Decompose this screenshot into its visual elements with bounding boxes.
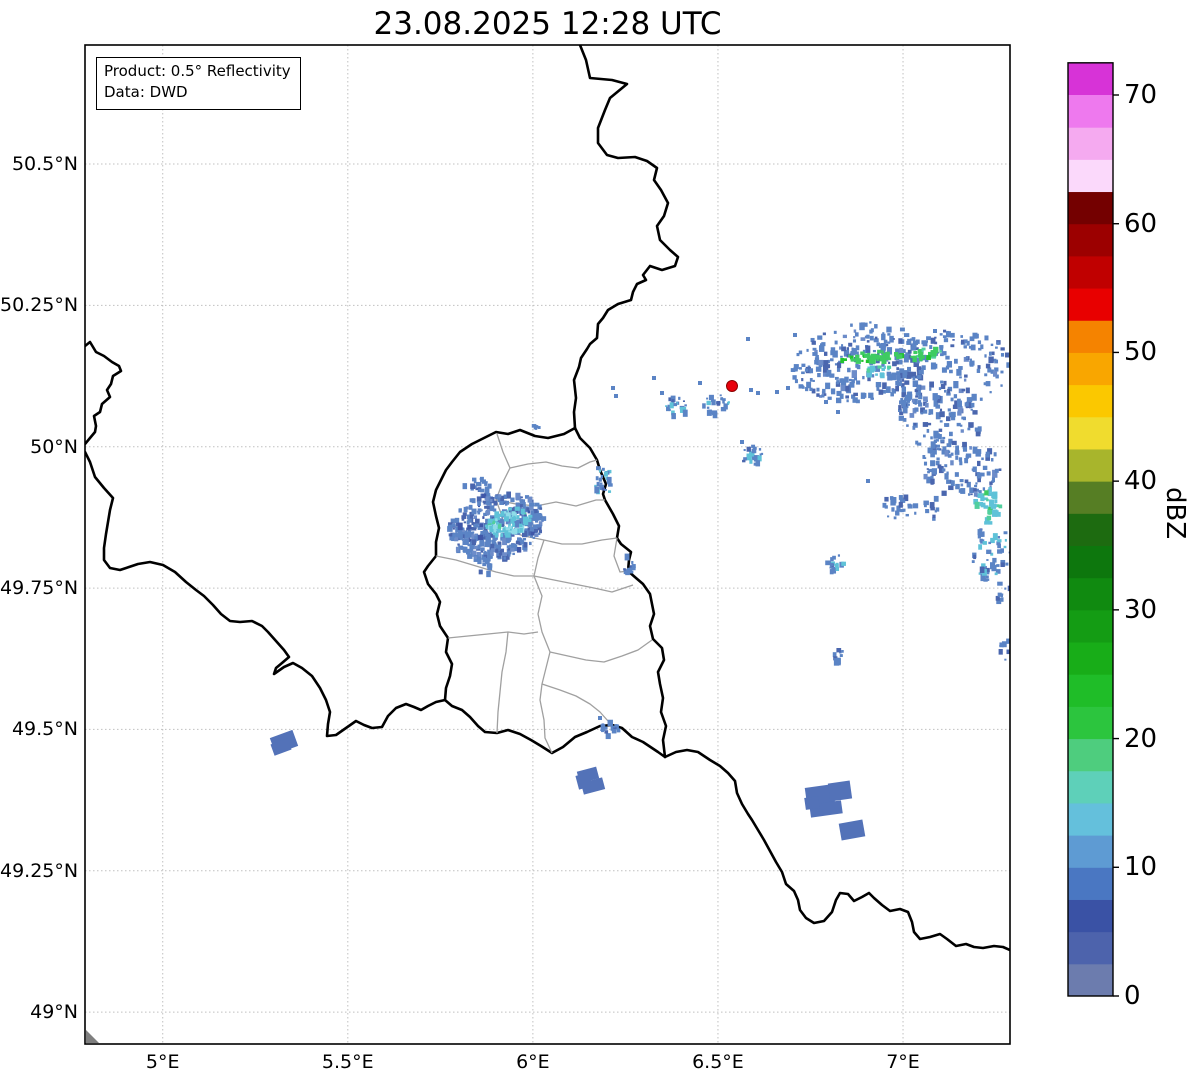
xtick-5°E: 5°E xyxy=(118,1050,208,1074)
corner-marker xyxy=(86,1030,99,1043)
cbtick-20: 20 xyxy=(1124,723,1157,755)
product-line: Product: 0.5° Reflectivity xyxy=(104,61,291,82)
cbtick-40: 40 xyxy=(1124,465,1157,497)
ytick-49°N: 49°N xyxy=(0,1000,78,1024)
cbtick-30: 30 xyxy=(1124,594,1157,626)
colorbar xyxy=(1068,63,1119,997)
cbtick-50: 50 xyxy=(1124,336,1157,368)
radar-map-canvas xyxy=(0,0,1202,1081)
radar-echoes xyxy=(270,321,1013,840)
canton-borders xyxy=(436,434,652,753)
radar-figure: 23.08.2025 12:28 UTC Product: 0.5° Refle… xyxy=(0,0,1202,1081)
cbtick-70: 70 xyxy=(1124,79,1157,111)
data-source-line: Data: DWD xyxy=(104,82,291,103)
xtick-6°E: 6°E xyxy=(488,1050,578,1074)
cbtick-0: 0 xyxy=(1124,980,1141,1012)
cbtick-60: 60 xyxy=(1124,208,1157,240)
xtick-7°E: 7°E xyxy=(858,1050,948,1074)
cbtick-10: 10 xyxy=(1124,851,1157,883)
ytick-50°N: 50°N xyxy=(0,435,78,459)
country-borders xyxy=(85,45,1010,950)
xtick-6.5°E: 6.5°E xyxy=(673,1050,763,1074)
map-layers xyxy=(85,45,1013,1044)
radar-station-marker xyxy=(727,381,738,392)
ytick-50.5°N: 50.5°N xyxy=(0,152,78,176)
xtick-5.5°E: 5.5°E xyxy=(303,1050,393,1074)
product-annotation-box: Product: 0.5° Reflectivity Data: DWD xyxy=(96,57,301,110)
ytick-50.25°N: 50.25°N xyxy=(0,293,78,317)
colorbar-unit-label: dBZ xyxy=(1160,487,1190,539)
ytick-49.25°N: 49.25°N xyxy=(0,859,78,883)
ytick-49.75°N: 49.75°N xyxy=(0,576,78,600)
ytick-49.5°N: 49.5°N xyxy=(0,717,78,741)
